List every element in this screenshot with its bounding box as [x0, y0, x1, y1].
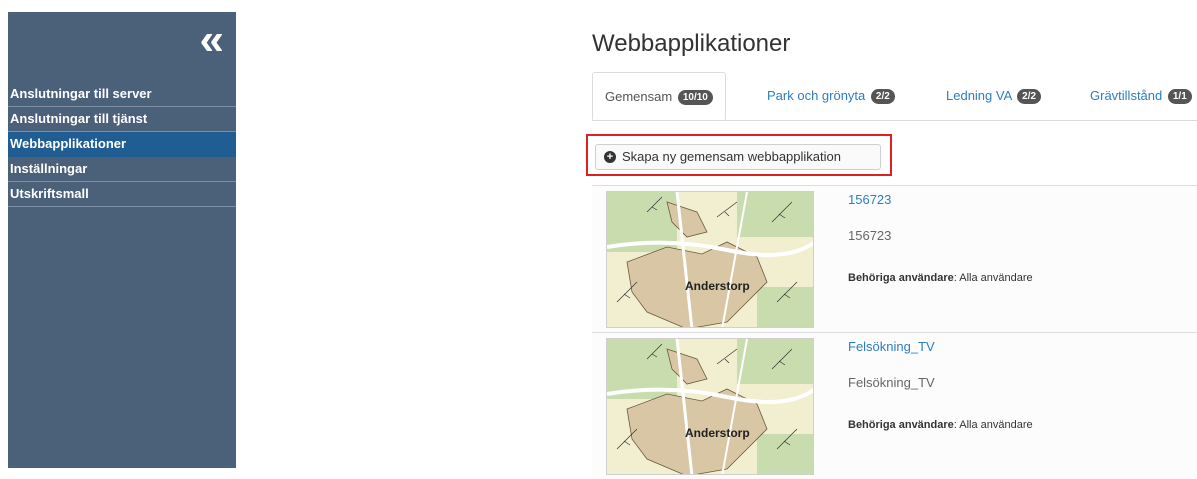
- tab-gemensam[interactable]: Gemensam 10/10: [592, 72, 726, 120]
- sidebar: « Anslutningar till server Anslutningar …: [8, 12, 236, 468]
- map-place-label: Anderstorp: [685, 279, 750, 293]
- tab-gravtillstand[interactable]: Grävtillstånd 1/1: [1078, 72, 1197, 120]
- app-description: 156723: [848, 228, 892, 243]
- tab-park-och-gronyta[interactable]: Park och grönyta 2/2: [755, 72, 907, 120]
- app-name-link[interactable]: Felsökning_TV: [848, 339, 935, 354]
- users-value: : Alla användare: [953, 272, 1033, 284]
- sidebar-item-print-template[interactable]: Utskriftsmall: [8, 182, 236, 207]
- users-value: : Alla användare: [953, 419, 1033, 431]
- sidebar-item-service-connections[interactable]: Anslutningar till tjänst: [8, 107, 236, 132]
- map-thumbnail-image: Anderstorp: [607, 339, 813, 474]
- sidebar-item-settings[interactable]: Inställningar: [8, 157, 236, 182]
- app-list-item: Anderstorp Felsökning_TV Felsökning_TV B…: [592, 332, 1197, 479]
- app-users: Behöriga användare: Alla användare: [848, 272, 1033, 284]
- map-thumbnail-image: Anderstorp: [607, 192, 813, 327]
- users-label: Behöriga användare: [848, 272, 954, 284]
- collapse-sidebar-icon[interactable]: «: [200, 18, 225, 62]
- tab-label: Gemensam: [605, 89, 673, 104]
- tab-count-badge: 2/2: [1017, 89, 1042, 104]
- sidebar-item-server-connections[interactable]: Anslutningar till server: [8, 82, 236, 107]
- page-title: Webbapplikationer: [592, 30, 791, 57]
- map-thumbnail[interactable]: Anderstorp: [606, 338, 814, 475]
- sidebar-item-web-applications[interactable]: Webbapplikationer: [8, 132, 236, 157]
- tab-count-badge: 10/10: [677, 90, 713, 105]
- map-thumbnail[interactable]: Anderstorp: [606, 191, 814, 328]
- create-web-app-button[interactable]: + Skapa ny gemensam webbapplikation: [595, 144, 881, 170]
- create-button-label: Skapa ny gemensam webbapplikation: [622, 149, 841, 164]
- app-users: Behöriga användare: Alla användare: [848, 419, 1033, 431]
- tab-label: Park och grönyta: [767, 88, 866, 103]
- tab-label: Grävtillstånd: [1090, 88, 1163, 103]
- tab-ledning-va[interactable]: Ledning VA 2/2: [934, 72, 1053, 120]
- tab-count-badge: 2/2: [870, 89, 895, 104]
- tab-count-badge: 1/1: [1167, 89, 1192, 104]
- app-description: Felsökning_TV: [848, 375, 935, 390]
- tab-bar: Gemensam 10/10 Park och grönyta 2/2 Ledn…: [592, 72, 1197, 121]
- plus-circle-icon: +: [604, 151, 616, 163]
- tab-label: Ledning VA: [946, 88, 1012, 103]
- highlight-box: + Skapa ny gemensam webbapplikation: [586, 134, 892, 176]
- app-name-link[interactable]: 156723: [848, 192, 891, 207]
- users-label: Behöriga användare: [848, 419, 954, 431]
- app-list-item: Anderstorp 156723 156723 Behöriga använd…: [592, 185, 1197, 332]
- map-place-label: Anderstorp: [685, 426, 750, 440]
- sidebar-nav: Anslutningar till server Anslutningar ti…: [8, 82, 236, 207]
